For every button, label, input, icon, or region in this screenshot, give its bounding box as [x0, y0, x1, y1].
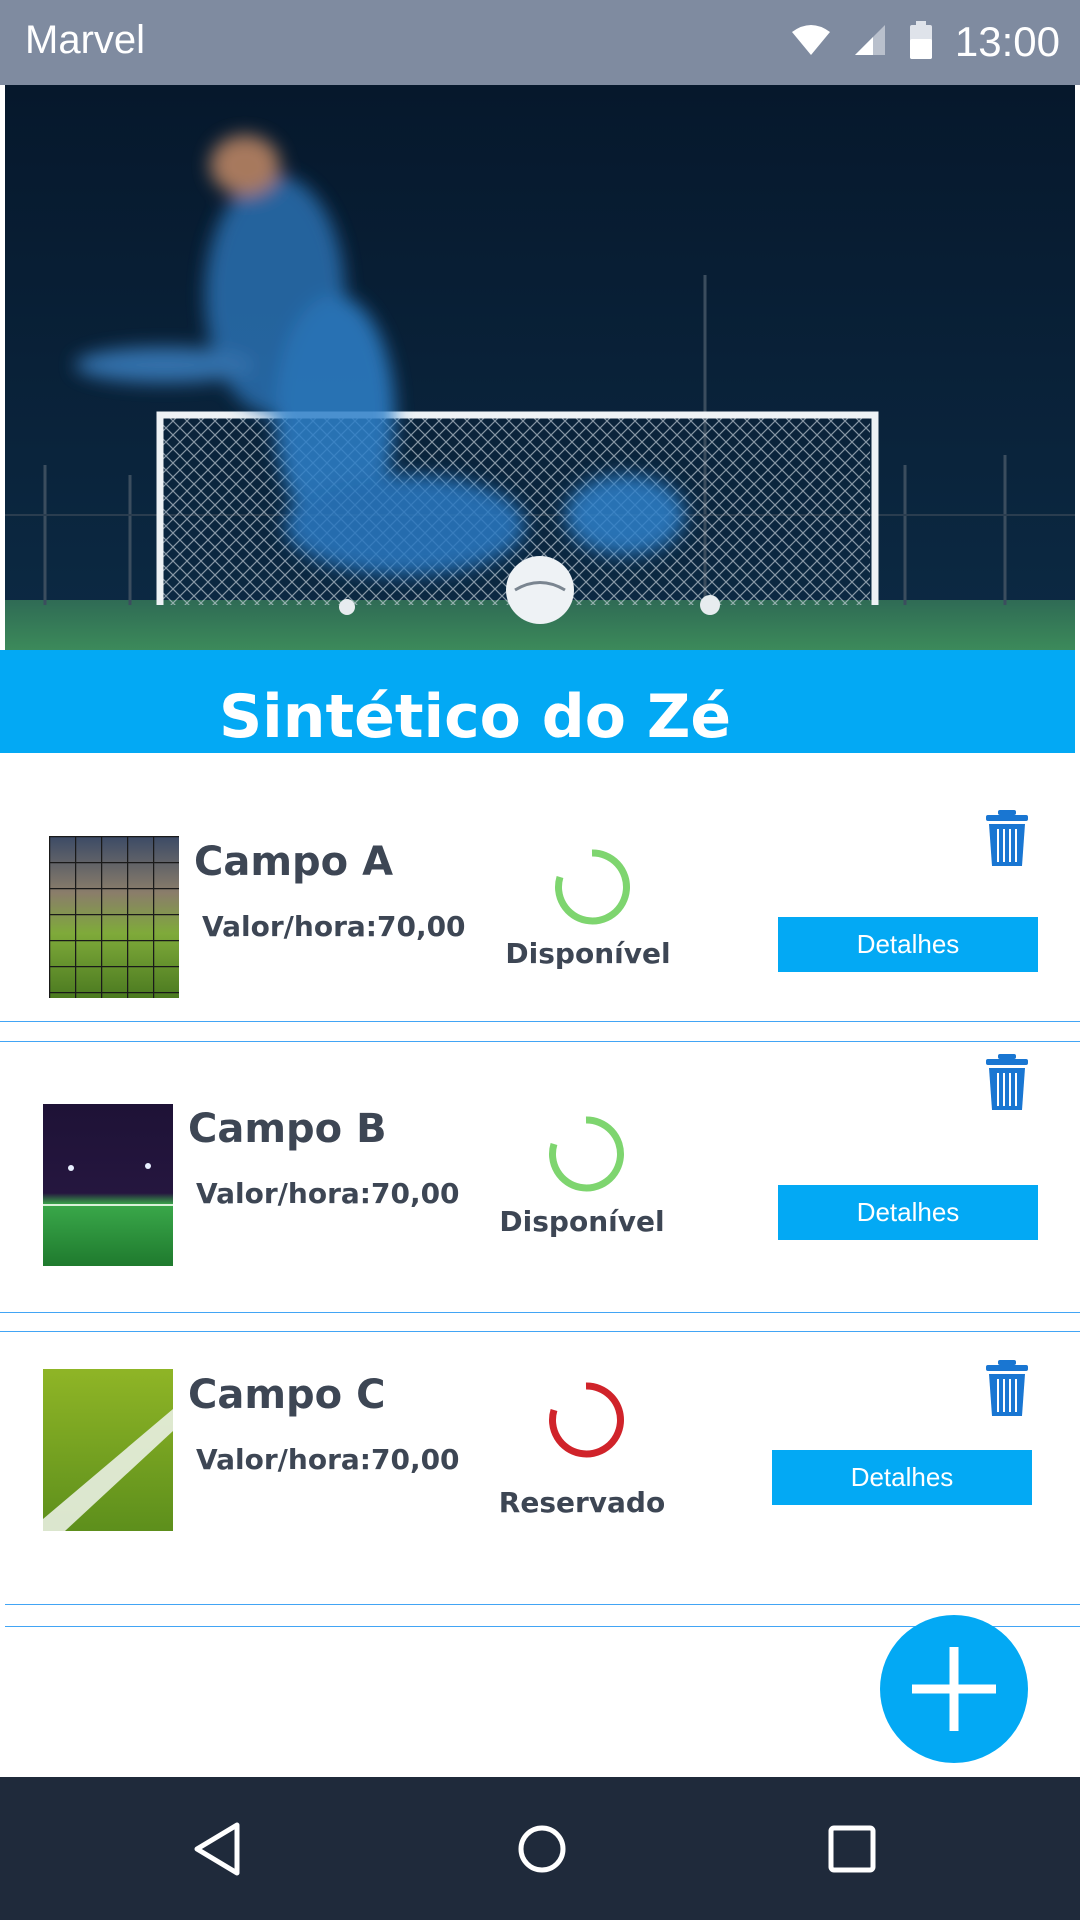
status-ring-icon — [555, 849, 630, 925]
status-app-name: Marvel — [25, 18, 146, 62]
trash-icon[interactable] — [984, 1054, 1030, 1112]
recents-button[interactable] — [782, 1777, 922, 1920]
back-icon — [194, 1822, 240, 1875]
field-name: Campo B — [188, 1106, 387, 1152]
status-icons: 13:00 — [791, 14, 1060, 70]
field-card-a: Campo A Valor/hora:70,00 Disponível Deta… — [0, 753, 1080, 1023]
hero-image — [5, 85, 1075, 650]
battery-icon — [909, 20, 933, 64]
status-label: Reservado — [498, 1486, 666, 1519]
field-price: Valor/hora:70,00 — [202, 910, 466, 943]
details-button[interactable]: Detalhes — [772, 1450, 1032, 1505]
divider — [0, 1021, 1080, 1022]
home-button[interactable] — [472, 1777, 612, 1920]
trash-icon[interactable] — [984, 810, 1030, 868]
field-thumbnail — [43, 1369, 173, 1531]
field-card-b: Campo B Valor/hora:70,00 Disponível Deta… — [0, 1042, 1080, 1312]
trash-icon[interactable] — [984, 1360, 1030, 1418]
field-thumbnail — [49, 836, 179, 998]
page-title: Sintético do Zé — [218, 682, 732, 752]
status-ring-icon — [549, 1382, 624, 1458]
wifi-icon — [791, 24, 831, 61]
details-button[interactable]: Detalhes — [778, 1185, 1038, 1240]
details-button[interactable]: Detalhes — [778, 917, 1038, 972]
divider — [0, 1312, 1080, 1313]
title-band: Sintético do Zé — [0, 650, 1075, 753]
field-price: Valor/hora:70,00 — [196, 1443, 460, 1476]
field-thumbnail — [43, 1104, 173, 1266]
field-name: Campo C — [188, 1372, 386, 1418]
status-label: Disponível — [505, 937, 671, 970]
field-name: Campo A — [194, 839, 394, 885]
navigation-bar — [0, 1777, 1080, 1920]
status-time: 13:00 — [954, 18, 1060, 65]
divider — [5, 1604, 1080, 1605]
add-field-button[interactable] — [880, 1615, 1028, 1763]
status-label: Disponível — [499, 1205, 665, 1238]
back-button[interactable] — [147, 1777, 287, 1920]
field-card-c: Campo C Valor/hora:70,00 Reservado Detal… — [0, 1332, 1080, 1602]
field-price: Valor/hora:70,00 — [196, 1177, 460, 1210]
home-icon — [518, 1825, 566, 1872]
status-bar: Marvel 13:00 — [0, 0, 1080, 85]
status-ring-icon — [549, 1116, 624, 1192]
plus-icon — [912, 1647, 996, 1731]
signal-icon — [853, 24, 887, 61]
recents-icon — [828, 1825, 876, 1872]
